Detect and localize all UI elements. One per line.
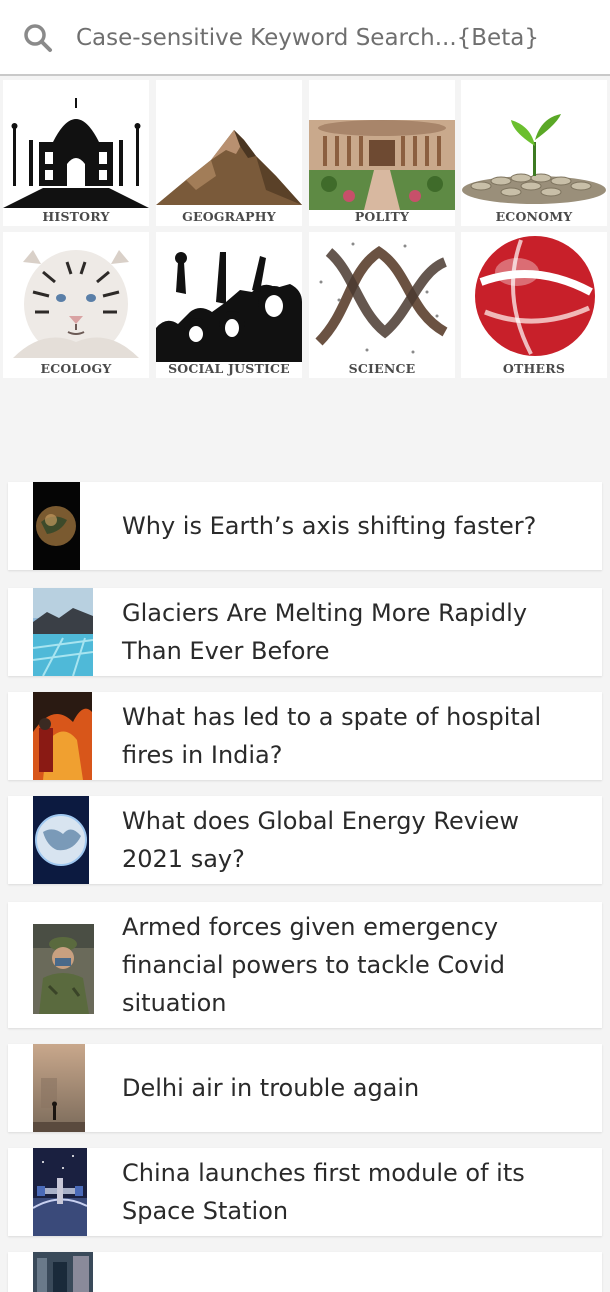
article-thumbnail	[33, 1252, 93, 1292]
category-tile-history[interactable]: HISTORY	[3, 80, 149, 226]
article-thumbnail	[33, 588, 93, 676]
search-input[interactable]	[76, 18, 586, 58]
category-tile-science[interactable]: SCIENCE	[309, 232, 455, 378]
article-thumbnail	[33, 692, 92, 780]
category-tile-social-justice[interactable]: SOCIAL JUSTICE	[156, 232, 302, 378]
article-title: Delhi air in trouble again	[122, 1074, 420, 1102]
category-label: GEOGRAPHY	[182, 209, 276, 224]
article-title: China launches first module of its Space…	[122, 1159, 525, 1225]
globe-icon	[461, 232, 607, 362]
category-label: ECOLOGY	[40, 361, 112, 376]
protest-icon	[156, 232, 302, 362]
article-thumbnail	[33, 924, 94, 1014]
mountain-icon	[156, 80, 302, 210]
parliament-icon	[309, 80, 455, 210]
article-card[interactable]: What does Global Energy Review 2021 say?	[8, 796, 602, 884]
search-bar	[0, 0, 610, 76]
category-tile-geography[interactable]: GEOGRAPHY	[156, 80, 302, 226]
article-thumbnail	[33, 796, 89, 884]
category-tile-ecology[interactable]: ECOLOGY	[3, 232, 149, 378]
article-card[interactable]: China launches first module of its Space…	[8, 1148, 602, 1236]
tiger-icon	[3, 232, 149, 362]
category-label: POLITY	[354, 209, 410, 224]
category-label: ECONOMY	[495, 209, 573, 224]
article-title: What has led to a spate of hospital fire…	[122, 703, 542, 769]
coins-plant-icon	[461, 80, 607, 210]
article-title: What does Global Energy Review 2021 say?	[122, 807, 519, 873]
article-title: Glaciers Are Melting More Rapidly Than E…	[122, 599, 528, 665]
taj-mahal-icon	[3, 80, 149, 210]
category-tile-polity[interactable]: POLITY	[309, 80, 455, 226]
category-tile-others[interactable]: OTHERS	[461, 232, 607, 378]
category-label: SOCIAL JUSTICE	[168, 361, 290, 376]
category-grid: HISTORY GEOGRAPHY POLITY ECONOMY ECOLOGY…	[3, 80, 607, 380]
category-tile-economy[interactable]: ECONOMY	[461, 80, 607, 226]
article-title: Armed forces given emergency financial p…	[122, 913, 505, 1017]
article-card[interactable]: Delhi air in trouble again	[8, 1044, 602, 1132]
article-thumbnail	[33, 1044, 85, 1132]
category-label: HISTORY	[42, 209, 110, 224]
article-card[interactable]: Why is Earth’s axis shifting faster?	[8, 482, 602, 570]
article-thumbnail	[33, 482, 80, 570]
dna-icon	[309, 232, 455, 362]
article-card[interactable]: Glaciers Are Melting More Rapidly Than E…	[8, 588, 602, 676]
article-title: Why is Earth’s axis shifting faster?	[122, 512, 537, 540]
article-thumbnail	[33, 1148, 87, 1236]
article-card[interactable]: Armed forces given emergency financial p…	[8, 902, 602, 1028]
article-card[interactable]: What has led to a spate of hospital fire…	[8, 692, 602, 780]
search-icon[interactable]	[22, 22, 54, 54]
article-card[interactable]	[8, 1252, 602, 1292]
category-label: OTHERS	[502, 361, 566, 376]
category-label: SCIENCE	[348, 361, 416, 376]
